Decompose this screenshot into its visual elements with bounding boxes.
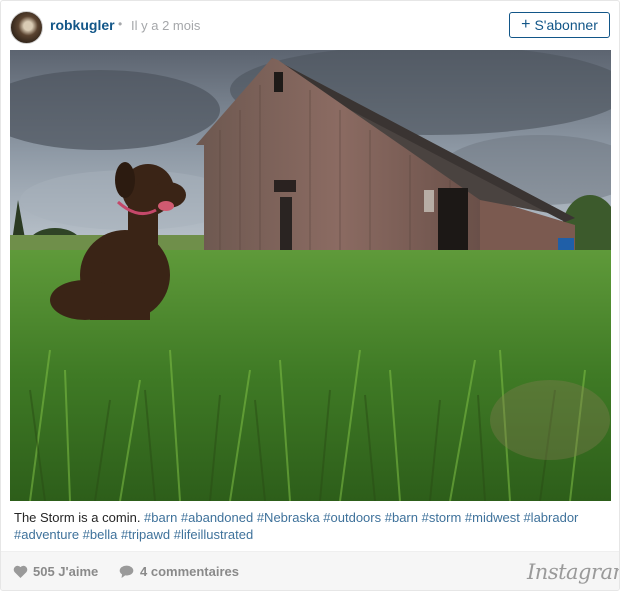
likes-count[interactable]: 505 J'aime bbox=[13, 564, 98, 579]
comments-count[interactable]: 4 commentaires bbox=[119, 564, 239, 579]
post-timestamp[interactable]: Il y a 2 mois bbox=[131, 18, 200, 33]
instagram-embed-card: robkugler • Il y a 2 mois + S'abonner Th… bbox=[0, 0, 620, 591]
follow-button-label: S'abonner bbox=[534, 17, 598, 33]
barn-dog-photo bbox=[10, 50, 611, 501]
post-caption: The Storm is a comin. #barn #abandoned #… bbox=[14, 509, 609, 543]
heart-icon bbox=[13, 565, 28, 578]
plus-icon: + bbox=[521, 16, 531, 33]
instagram-logo[interactable]: Instagram bbox=[527, 560, 619, 584]
comment-bubble-icon bbox=[119, 565, 134, 578]
likes-label: 505 J'aime bbox=[33, 564, 99, 579]
caption-text: The Storm is a comin. bbox=[14, 510, 145, 525]
post-header: robkugler • Il y a 2 mois + S'abonner bbox=[1, 1, 619, 51]
separator-dot: • bbox=[118, 17, 123, 31]
username-link[interactable]: robkugler bbox=[50, 17, 115, 33]
follow-button[interactable]: + S'abonner bbox=[509, 12, 610, 38]
comments-label: 4 commentaires bbox=[140, 564, 239, 579]
post-photo[interactable] bbox=[10, 50, 611, 501]
avatar[interactable] bbox=[10, 11, 43, 44]
post-footer: 505 J'aime 4 commentaires Instagram bbox=[1, 551, 619, 590]
